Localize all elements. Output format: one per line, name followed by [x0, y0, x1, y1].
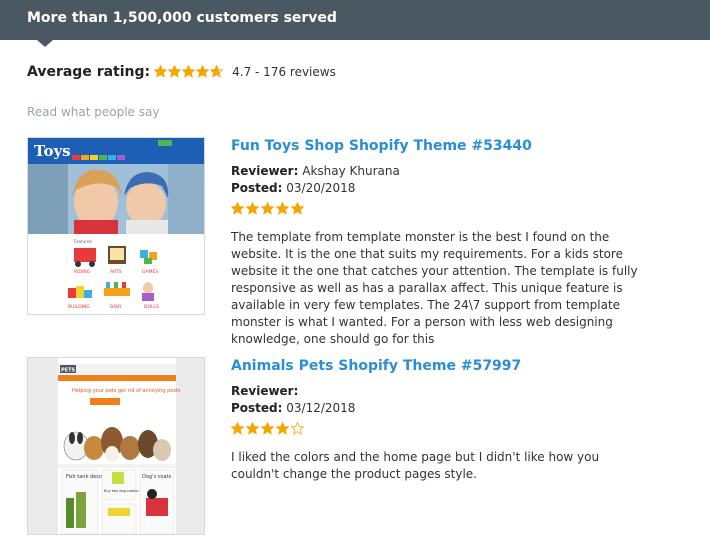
star-full-icon — [261, 422, 274, 435]
thumb-cat: DOLLS — [144, 304, 159, 310]
reviewer-label: Reviewer: — [231, 164, 299, 178]
star-full-icon — [182, 65, 196, 79]
thumb-cat: GAMES — [142, 269, 158, 275]
reviewer-name: Akshay Khurana — [302, 164, 400, 178]
star-full-icon — [261, 202, 274, 215]
average-rating: Average rating: 4.7 - 176 reviews — [27, 64, 336, 80]
posted-line: Posted: 03/20/2018 — [231, 180, 651, 197]
star-full-icon — [291, 202, 304, 215]
star-full-icon — [276, 202, 289, 215]
star-full-icon — [246, 202, 259, 215]
thumb-logo: PETS — [61, 368, 75, 374]
star-full-icon — [154, 65, 168, 79]
thumb-featured: Featured — [74, 239, 92, 244]
rating-summary: 4.7 - 176 reviews — [232, 65, 336, 79]
posted-label: Posted: — [231, 401, 283, 415]
star-half-icon — [210, 65, 224, 79]
review-thumbnail[interactable]: PETS Helping your pets get rid of annoyi… — [27, 357, 205, 535]
thumb-cat: Dog's coats — [142, 474, 171, 480]
star-full-icon — [168, 65, 182, 79]
header-title: More than 1,500,000 customers served — [27, 10, 337, 26]
read-reviews-label: Read what people say — [27, 105, 160, 119]
star-full-icon — [231, 422, 244, 435]
reviewer-line: Reviewer: Akshay Khurana — [231, 163, 651, 180]
average-rating-stars — [154, 65, 224, 79]
thumb-cat: ARTS — [110, 269, 122, 275]
star-empty-icon — [291, 422, 304, 435]
review-text: I liked the colors and the home page but… — [231, 450, 600, 481]
pets-theme-preview: PETS Helping your pets get rid of annoyi… — [28, 358, 204, 534]
posted-date: 03/20/2018 — [286, 181, 356, 195]
star-full-icon — [196, 65, 210, 79]
review-text: The template from template monster is th… — [231, 230, 638, 346]
star-full-icon — [276, 422, 289, 435]
thumb-logo: Toys — [34, 142, 71, 160]
star-full-icon — [246, 422, 259, 435]
reviewer-label: Reviewer: — [231, 384, 299, 398]
posted-line: Posted: 03/12/2018 — [231, 400, 651, 417]
star-full-icon — [231, 202, 244, 215]
review-title-link[interactable]: Animals Pets Shopify Theme #57997 — [231, 357, 651, 375]
header-bar: More than 1,500,000 customers served — [0, 0, 710, 40]
thumb-cat: RIDING — [74, 269, 91, 275]
review-item: PETS Helping your pets get rid of annoyi… — [27, 357, 667, 537]
thumb-headline: Helping your pets get rid of annoying pe… — [72, 388, 181, 394]
header-notch — [37, 40, 53, 47]
review-stars — [231, 422, 651, 435]
posted-date: 03/12/2018 — [286, 401, 356, 415]
thumb-cat: BABY — [110, 304, 122, 310]
review-thumbnail[interactable]: Toys Featured RIDING ARTS GAMES BUILDING… — [27, 137, 205, 315]
thumb-cat: Fish tank decor — [66, 474, 105, 480]
reviewer-line: Reviewer: — [231, 383, 651, 400]
thumb-cat: BUILDING — [68, 304, 90, 310]
review-item: Toys Featured RIDING ARTS GAMES BUILDING… — [27, 137, 667, 346]
posted-label: Posted: — [231, 181, 283, 195]
review-stars — [231, 202, 651, 215]
toys-theme-preview: Toys Featured RIDING ARTS GAMES BUILDING… — [28, 138, 204, 314]
review-title-link[interactable]: Fun Toys Shop Shopify Theme #53440 — [231, 137, 651, 155]
average-rating-label: Average rating: — [27, 64, 151, 80]
